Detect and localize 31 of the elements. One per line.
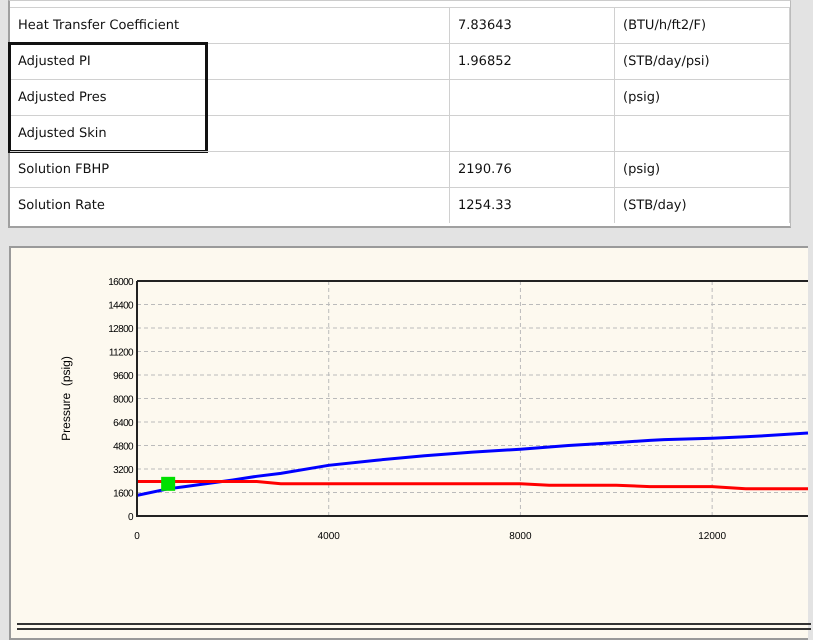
unit-cell-text: (BTU/h/ft2/F) <box>623 16 706 35</box>
row-label: Solution FBHP <box>18 160 110 179</box>
unit-cell-text: (psig) <box>623 160 660 179</box>
y-tick-label: 9600 <box>113 371 133 382</box>
row-label: Heat Transfer Coefficient <box>18 16 180 35</box>
x-tick-label: 0 <box>134 531 140 542</box>
y-tick-label: 8000 <box>113 394 133 406</box>
row-label: Solution Rate <box>18 196 105 215</box>
y-tick-label: 4800 <box>113 442 133 452</box>
x-tick-label: 4000 <box>318 531 340 542</box>
row-label: Adjusted Skin <box>18 124 107 143</box>
value-cell-text: 1254.33 <box>458 196 512 215</box>
y-tick-label: 14400 <box>108 300 133 312</box>
x-tick-label: 12000 <box>698 531 726 542</box>
unit-cell-text: (STB/day) <box>623 196 687 215</box>
y-tick-label: 0 <box>128 512 133 523</box>
x-tick-label: 8000 <box>509 531 532 542</box>
row-label: Adjusted Pres <box>18 88 106 107</box>
unit-cell-text: (psig) <box>623 88 660 107</box>
unit-cell-text: (STB/day/psi) <box>623 52 710 71</box>
y-tick-label: 6400 <box>113 418 133 429</box>
y-tick-label: 3200 <box>113 465 133 476</box>
value-cell-text: 2190.76 <box>458 160 512 179</box>
value-cell-text: 1.96852 <box>458 52 512 71</box>
y-tick-label: 11200 <box>108 348 133 358</box>
y-tick-label: 16000 <box>108 277 133 288</box>
y-axis-title: Pressure (psig) <box>59 356 73 441</box>
y-tick-label: 1600 <box>113 488 133 500</box>
row-label: Adjusted PI <box>18 52 91 71</box>
y-tick-label: 12800 <box>108 324 133 335</box>
value-cell-text: 7.83643 <box>458 16 512 35</box>
